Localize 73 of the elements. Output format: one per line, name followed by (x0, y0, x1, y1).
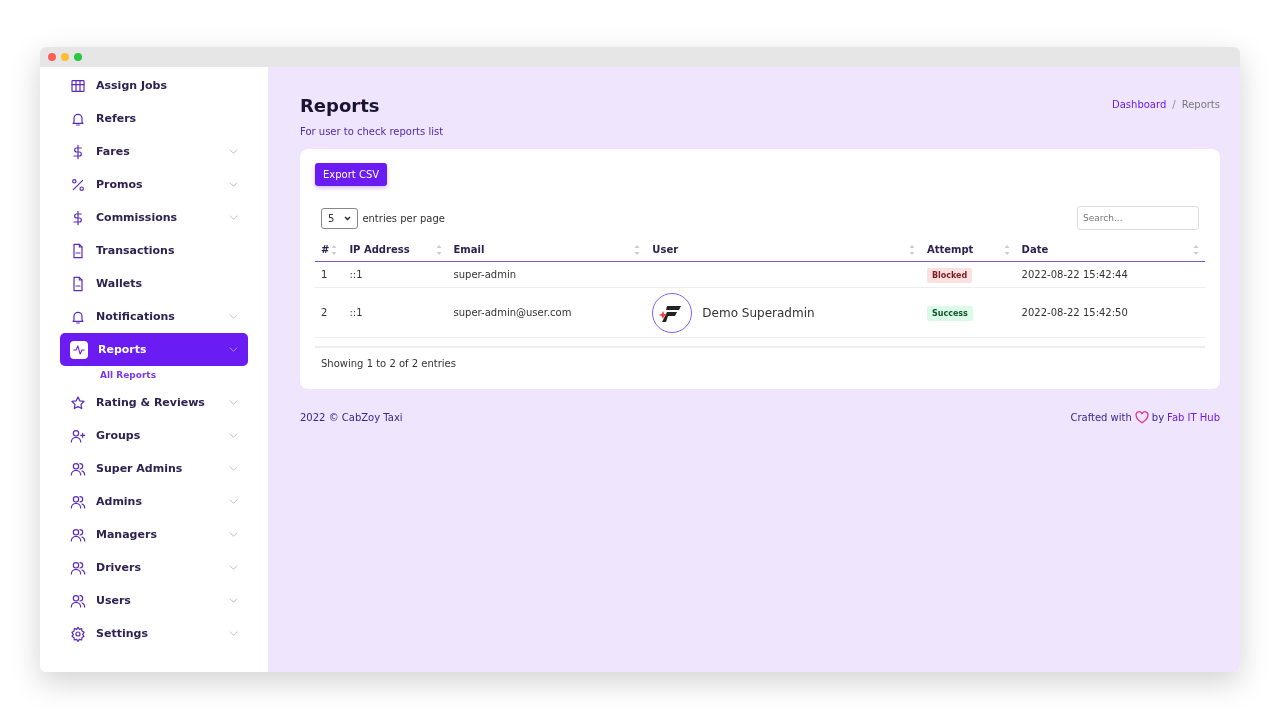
caret-icon (344, 215, 352, 221)
sort-icon[interactable] (331, 244, 338, 255)
sidebar-item[interactable]: Rating & Reviews (60, 386, 248, 419)
status-badge: Blocked (926, 268, 973, 283)
sort-icon[interactable] (634, 244, 641, 255)
settings-icon (70, 625, 86, 642)
sort-icon[interactable] (1193, 244, 1199, 255)
breadcrumb-separator: / (1172, 99, 1176, 110)
page-size-label: entries per page (362, 212, 445, 224)
sidebar-item[interactable]: Super Admins (60, 452, 248, 485)
maximize-icon[interactable] (74, 53, 82, 61)
export-button[interactable]: Export CSV (315, 163, 388, 186)
breadcrumb-item: Reports (1181, 99, 1220, 110)
sort-icon[interactable] (435, 244, 442, 255)
add-user-icon (70, 427, 86, 444)
column-header[interactable]: Email (453, 244, 485, 255)
column-header[interactable]: User (652, 244, 679, 255)
sidebar-item[interactable]: Groups (60, 419, 248, 452)
star-icon (70, 394, 86, 411)
users-icon (70, 526, 86, 543)
sidebar-item[interactable]: Assign Jobs (60, 69, 248, 102)
entries-info: Showing 1 to 2 of 2 entries (315, 346, 1205, 369)
sidebar-item[interactable]: Admins (60, 485, 248, 518)
table-cell: 2022-08-22 15:42:50 (1021, 307, 1128, 318)
sidebar-item[interactable]: Transactions (60, 234, 248, 267)
table-cell: ::1 (349, 307, 363, 318)
grid-icon (70, 77, 86, 94)
user-name: Demo Superadmin (702, 305, 815, 320)
document-icon (70, 275, 86, 292)
status-badge: Success (926, 306, 973, 321)
sort-icon[interactable] (1003, 244, 1010, 255)
sidebar-item[interactable]: Promos (60, 168, 248, 201)
page-title: Reports (300, 95, 381, 116)
crafted-text: Crafted with (1070, 412, 1132, 423)
by-text: by (1151, 412, 1165, 423)
sidebar-item[interactable]: Fares (60, 135, 248, 168)
page-subtitle: For user to check reports list (300, 126, 444, 137)
column-header[interactable]: Date (1021, 244, 1049, 255)
users-icon (70, 559, 86, 576)
table-cell: 2 (321, 307, 328, 318)
table-cell: ::1 (349, 269, 363, 280)
document-icon (70, 242, 86, 259)
table-cell: 1 (321, 269, 328, 280)
table-cell: 2022-08-22 15:42:44 (1021, 269, 1128, 280)
sidebar-item[interactable]: Reports (60, 333, 248, 366)
breadcrumb-item[interactable]: Dashboard (1112, 99, 1167, 110)
submenu-item[interactable]: All Reports (60, 366, 248, 386)
minimize-icon[interactable] (61, 53, 69, 61)
sidebar-item[interactable]: Users (60, 584, 248, 617)
sidebar-item[interactable]: Refers (60, 102, 248, 135)
users-icon (70, 493, 86, 510)
sidebar-item[interactable]: Notifications (60, 300, 248, 333)
heart-icon (1134, 411, 1149, 424)
search-field[interactable]: Search... (1077, 206, 1199, 230)
users-icon (70, 460, 86, 477)
sidebar-item[interactable]: Settings (60, 617, 248, 650)
page-size-select[interactable]: 5 (321, 207, 359, 229)
copyright-text: 2022 © CabZoy Taxi (300, 412, 403, 423)
column-header[interactable]: # (321, 244, 330, 255)
sidebar-item[interactable]: Wallets (60, 267, 248, 300)
sidebar-item[interactable]: Drivers (60, 551, 248, 584)
close-icon[interactable] (48, 53, 56, 61)
column-header[interactable]: IP Address (349, 244, 410, 255)
sidebar-item[interactable]: Managers (60, 518, 248, 551)
company-link[interactable]: Fab IT Hub (1167, 412, 1220, 423)
sort-icon[interactable] (908, 244, 915, 255)
table-cell: super-admin (453, 269, 516, 280)
pulse-icon (72, 342, 86, 357)
column-header[interactable]: Attempt (926, 244, 974, 255)
table-cell: super-admin@user.com (453, 307, 572, 318)
users-icon (70, 592, 86, 609)
sidebar-item[interactable]: Commissions (60, 201, 248, 234)
percent-icon (70, 176, 86, 193)
